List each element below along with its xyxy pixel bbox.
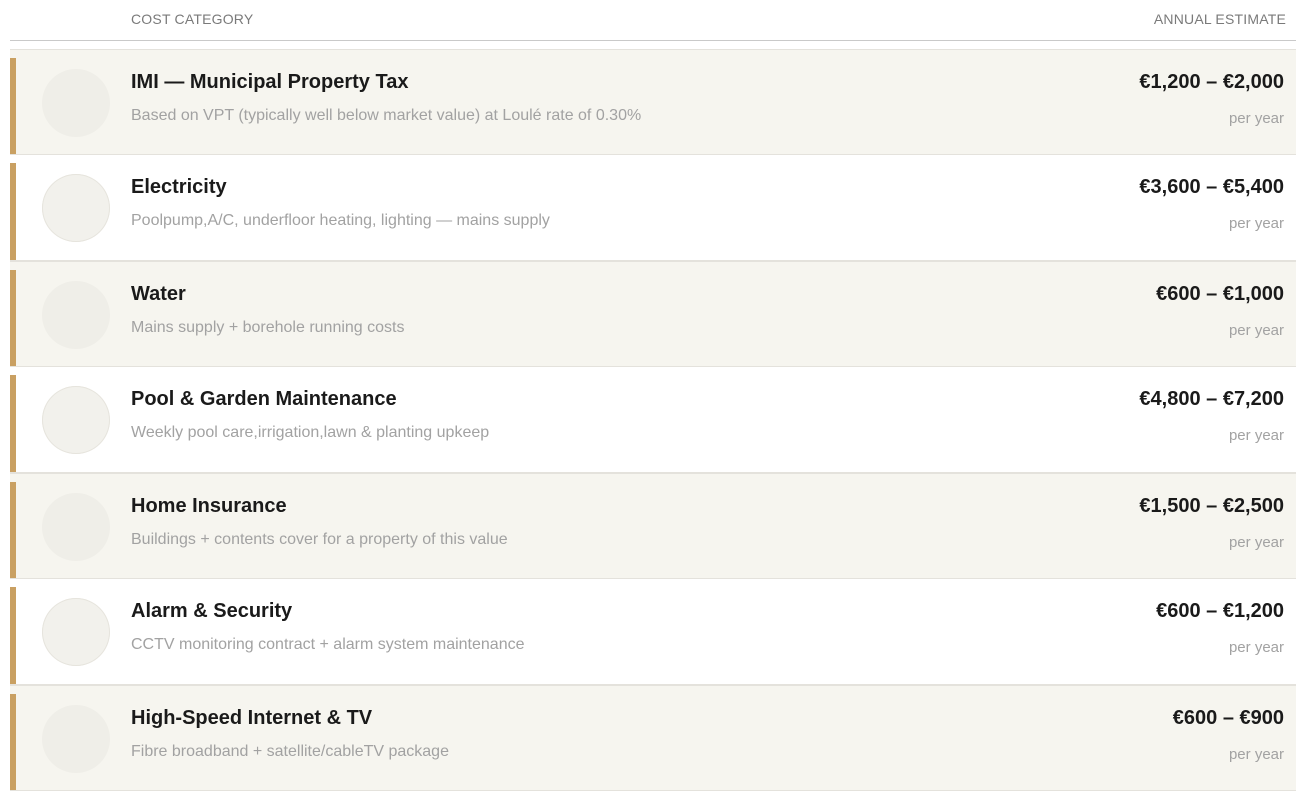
cost-amount: €4,800 – €7,200 bbox=[1139, 388, 1284, 410]
cost-description: Mains supply + borehole running costs bbox=[131, 319, 405, 336]
cost-description: Poolpump,A/C, underfloor heating, lighti… bbox=[131, 212, 550, 229]
cost-title: Pool & Garden Maintenance bbox=[131, 388, 397, 410]
cost-row-electricity: Electricity Poolpump,A/C, underfloor hea… bbox=[10, 155, 1296, 261]
cost-row-alarm-security: Alarm & Security CCTV monitoring contrac… bbox=[10, 579, 1296, 685]
cost-description: CCTV monitoring contract + alarm system … bbox=[131, 636, 525, 653]
cost-rows: IMI — Municipal Property Tax Based on VP… bbox=[10, 49, 1296, 791]
category-icon-placeholder bbox=[42, 493, 110, 561]
cost-title: High-Speed Internet & TV bbox=[131, 707, 373, 729]
row-accent-bar bbox=[10, 375, 16, 472]
row-accent-bar bbox=[10, 587, 16, 684]
cost-period: per year bbox=[1228, 746, 1284, 763]
category-icon-placeholder bbox=[42, 281, 110, 349]
cost-title: Water bbox=[131, 283, 186, 305]
cost-table: COST CATEGORY ANNUAL ESTIMATE IMI — Muni… bbox=[0, 0, 1296, 791]
cost-period: per year bbox=[1228, 534, 1284, 551]
cost-row-water: Water Mains supply + borehole running co… bbox=[10, 261, 1296, 367]
row-accent-bar bbox=[10, 482, 16, 578]
cost-description: Based on VPT (typically well below marke… bbox=[131, 107, 642, 124]
cost-amount: €1,200 – €2,000 bbox=[1139, 71, 1284, 93]
category-icon-placeholder bbox=[42, 386, 110, 454]
cost-title: IMI — Municipal Property Tax bbox=[131, 71, 409, 93]
row-accent-bar bbox=[10, 58, 16, 154]
row-accent-bar bbox=[10, 694, 16, 790]
cost-amount: €3,600 – €5,400 bbox=[1139, 176, 1284, 198]
cost-amount: €600 – €1,200 bbox=[1156, 600, 1284, 622]
cost-amount: €600 – €900 bbox=[1172, 707, 1284, 729]
row-accent-bar bbox=[10, 270, 16, 366]
cost-row-home-insurance: Home Insurance Buildings + contents cove… bbox=[10, 473, 1296, 579]
row-accent-bar bbox=[10, 163, 16, 260]
table-header: COST CATEGORY ANNUAL ESTIMATE bbox=[10, 0, 1296, 41]
cost-period: per year bbox=[1228, 110, 1284, 127]
cost-row-pool-garden: Pool & Garden Maintenance Weekly pool ca… bbox=[10, 367, 1296, 473]
cost-description: Buildings + contents cover for a propert… bbox=[131, 531, 508, 548]
cost-row-internet-tv: High-Speed Internet & TV Fibre broadband… bbox=[10, 685, 1296, 791]
cost-period: per year bbox=[1228, 427, 1284, 444]
category-icon-placeholder bbox=[42, 174, 110, 242]
cost-description: Fibre broadband + satellite/cableTV pack… bbox=[131, 743, 449, 760]
cost-period: per year bbox=[1228, 322, 1284, 339]
cost-title: Alarm & Security bbox=[131, 600, 293, 622]
column-header-annual-estimate: ANNUAL ESTIMATE bbox=[1153, 11, 1286, 27]
cost-amount: €1,500 – €2,500 bbox=[1139, 495, 1284, 517]
category-icon-placeholder bbox=[42, 598, 110, 666]
category-icon-placeholder bbox=[42, 705, 110, 773]
category-icon-placeholder bbox=[42, 69, 110, 137]
cost-amount: €600 – €1,000 bbox=[1156, 283, 1284, 305]
column-header-cost-category: COST CATEGORY bbox=[131, 11, 254, 27]
cost-title: Electricity bbox=[131, 176, 227, 198]
cost-period: per year bbox=[1228, 639, 1284, 656]
cost-title: Home Insurance bbox=[131, 495, 287, 517]
cost-period: per year bbox=[1228, 215, 1284, 232]
cost-row-imi: IMI — Municipal Property Tax Based on VP… bbox=[10, 49, 1296, 155]
cost-description: Weekly pool care,irrigation,lawn & plant… bbox=[131, 424, 490, 441]
